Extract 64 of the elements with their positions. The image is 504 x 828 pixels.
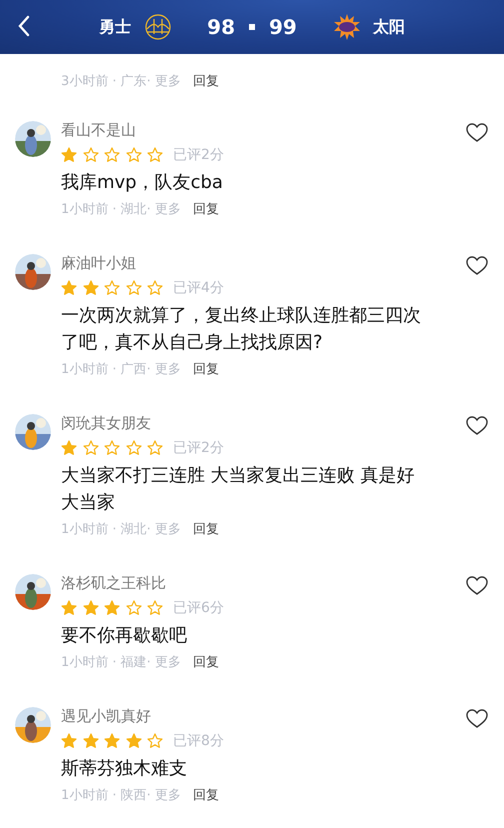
reply-link[interactable]: 回复 [192, 360, 219, 378]
comment-meta: 1小时前 · 广西· 更多 [61, 361, 181, 378]
filled-star-icon [104, 600, 120, 616]
filled-star-icon [61, 733, 77, 749]
heart-icon[interactable] [466, 123, 488, 143]
filled-star-icon [126, 733, 142, 749]
rating-score: 已评8分 [173, 732, 224, 750]
comment-text: 大当家不打三连胜 大当家复出三连败 真是好大当家 [61, 464, 416, 515]
heart-icon[interactable] [466, 416, 488, 436]
rating-score: 已评4分 [173, 279, 224, 297]
comment-meta: 1小时前 · 陕西· 更多 [61, 787, 181, 804]
empty-star-icon [147, 147, 163, 163]
empty-star-icon [126, 147, 142, 163]
team-name: 勇士 [99, 16, 132, 38]
score: 98 [207, 15, 235, 39]
reply-link[interactable]: 回复 [192, 653, 219, 671]
comment-text: 斯蒂芬独木难支 [61, 757, 188, 781]
empty-star-icon [104, 280, 120, 296]
comment-text: 一次两次就算了，复出终止球队连胜都三四次了吧，真不从自己身上找找原因? [61, 304, 422, 355]
user-name[interactable]: 闵玧其女朋友 [61, 412, 151, 434]
filled-star-icon [82, 600, 98, 616]
comment-meta: 1小时前 · 湖北· 更多 [61, 201, 181, 218]
empty-star-icon [147, 440, 163, 456]
user-name[interactable]: 遇见小凯真好 [61, 705, 151, 727]
user-name[interactable]: 麻油叶小姐 [61, 252, 136, 274]
comment-meta: 1小时前 · 福建· 更多 [61, 654, 181, 671]
empty-star-icon [126, 440, 142, 456]
empty-star-icon [147, 733, 163, 749]
empty-star-icon [126, 280, 142, 296]
empty-star-icon [147, 280, 163, 296]
reply-link[interactable]: 回复 [192, 200, 219, 218]
filled-star-icon [61, 440, 77, 456]
filled-star-icon [82, 280, 98, 296]
empty-star-icon [82, 147, 98, 163]
reply-link[interactable]: 回复 [192, 72, 219, 90]
rating-score: 已评6分 [173, 599, 224, 617]
comment-meta: 3小时前 · 广东· 更多 [61, 73, 181, 90]
heart-icon[interactable] [466, 709, 488, 729]
empty-star-icon [82, 440, 98, 456]
score: 99 [269, 15, 297, 39]
heart-icon[interactable] [466, 576, 488, 596]
filled-star-icon [61, 600, 77, 616]
comment-text: 要不你再歇歇吧 [61, 624, 188, 648]
filled-star-icon [61, 280, 77, 296]
reply-link[interactable]: 回复 [192, 520, 219, 538]
heart-icon[interactable] [466, 256, 488, 276]
empty-star-icon [126, 600, 142, 616]
empty-star-icon [104, 440, 120, 456]
comment-text: 我库mvp，队友cba [61, 171, 224, 195]
reply-link[interactable]: 回复 [192, 786, 219, 804]
user-name[interactable]: 看山不是山 [61, 119, 136, 141]
user-name[interactable]: 洛杉矶之王科比 [61, 572, 166, 594]
team-name: 太阳 [372, 16, 405, 38]
back-icon[interactable] [18, 15, 30, 37]
sun-logo-icon [332, 13, 361, 41]
comment-meta: 1小时前 · 湖北· 更多 [61, 521, 181, 538]
rating-score: 已评2分 [173, 146, 224, 164]
filled-star-icon [82, 733, 98, 749]
filled-star-icon [61, 147, 77, 163]
bridge-logo-icon [145, 14, 172, 40]
empty-star-icon [104, 147, 120, 163]
filled-star-icon [104, 733, 120, 749]
rating-score: 已评2分 [173, 439, 224, 457]
empty-star-icon [147, 600, 163, 616]
